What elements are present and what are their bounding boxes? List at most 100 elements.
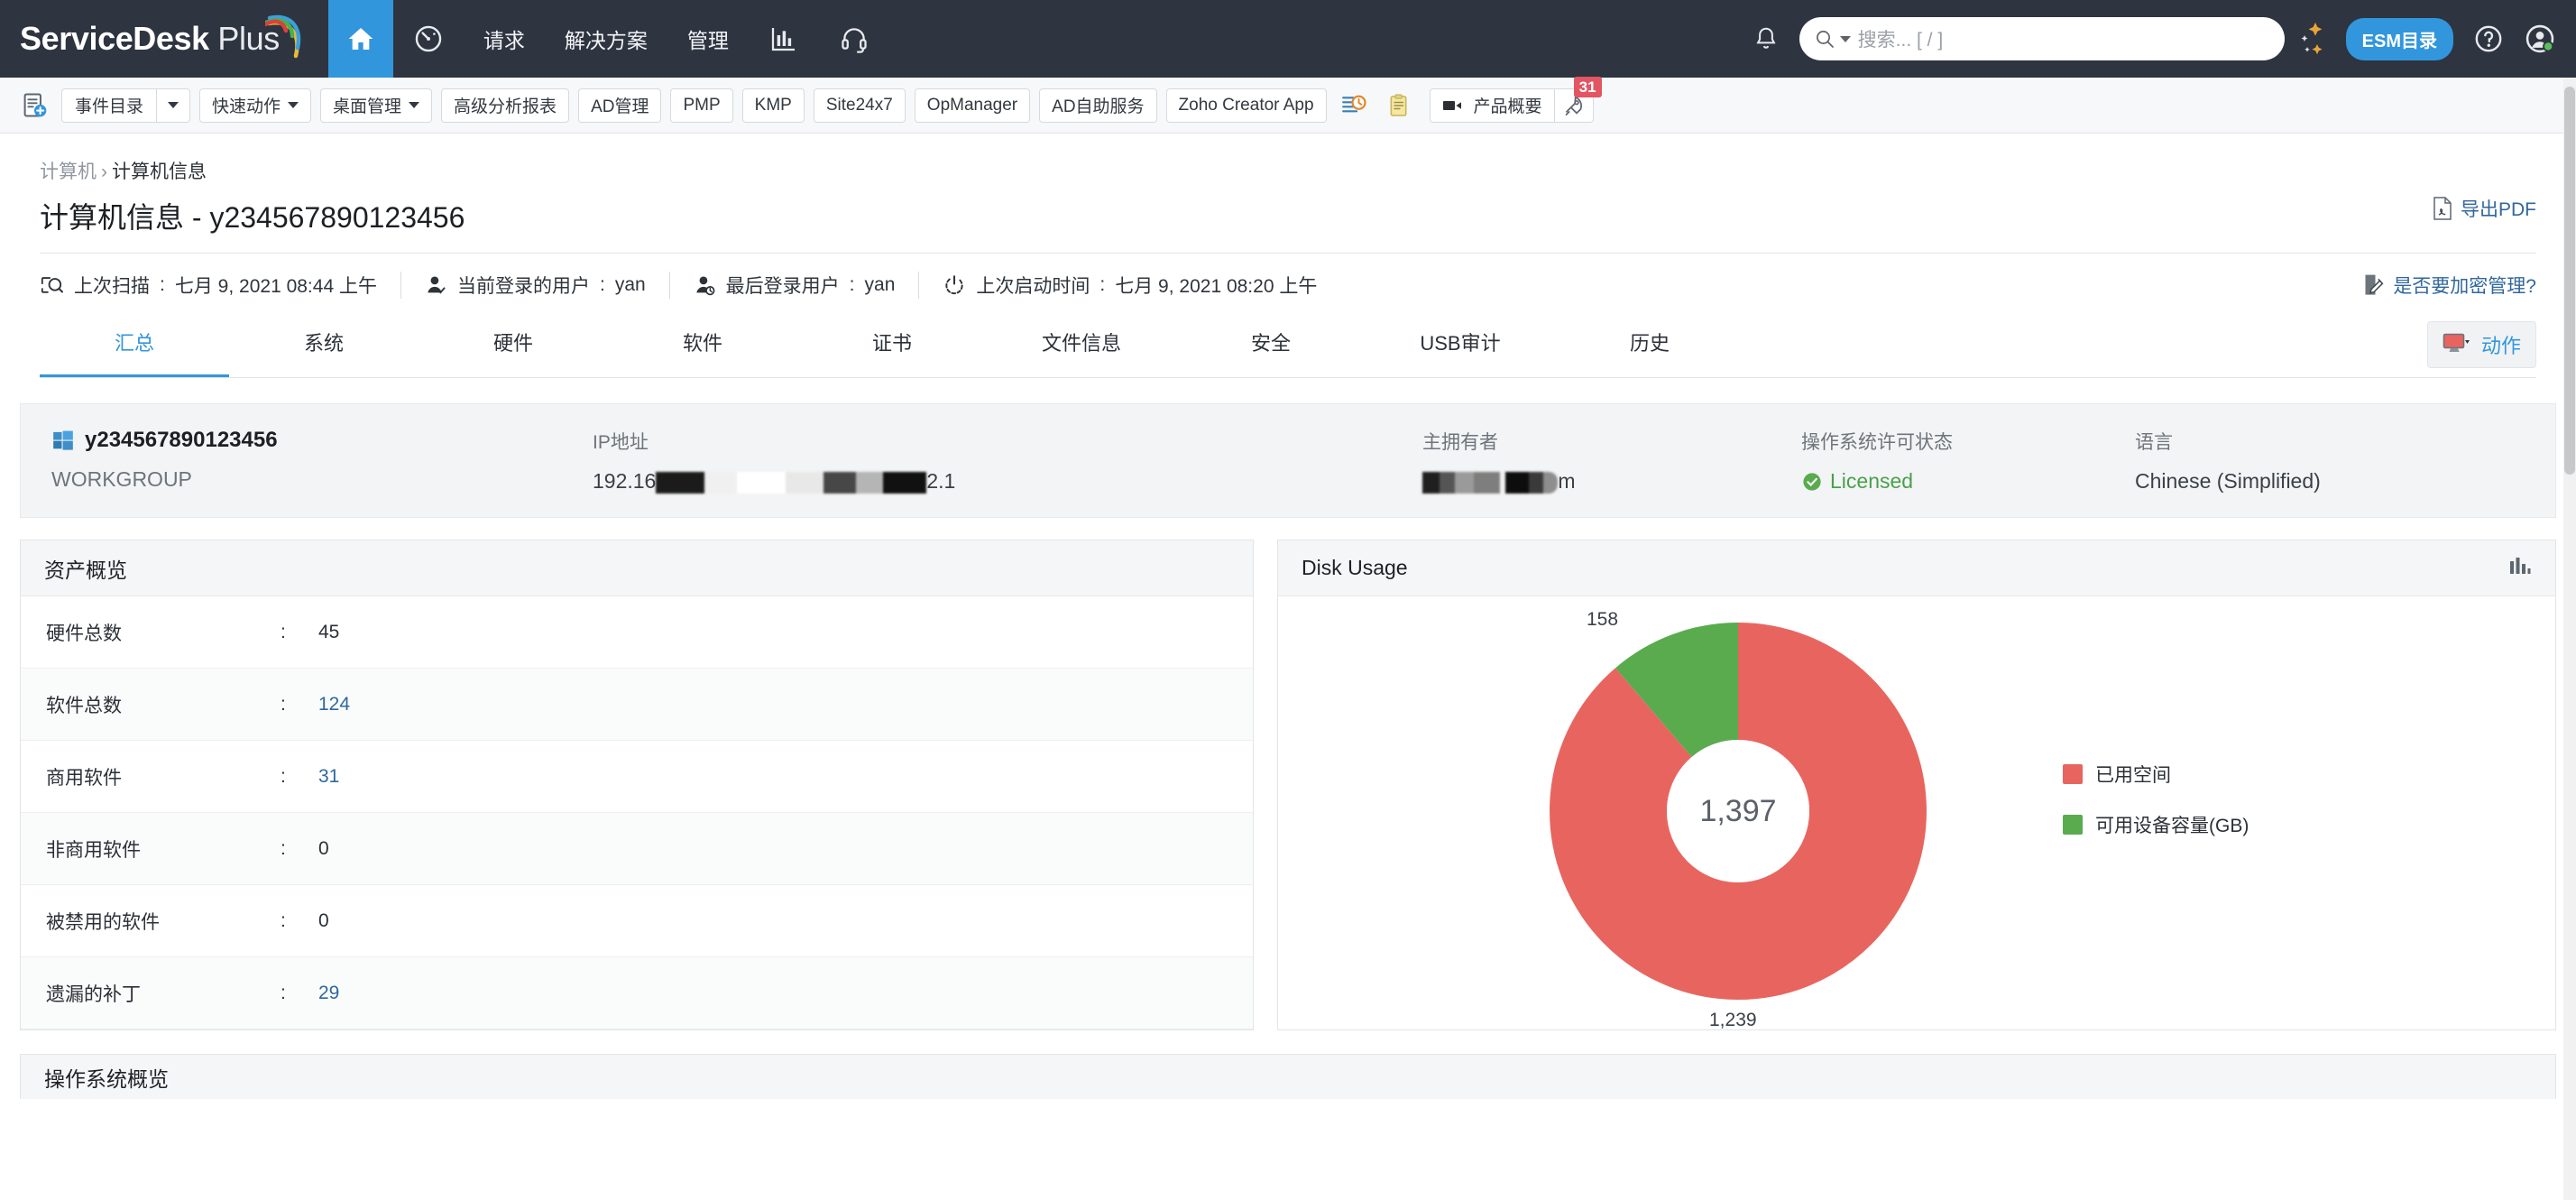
meta-last-startup-label: 上次启动时间 xyxy=(976,276,1090,297)
video-camera-icon xyxy=(1442,100,1461,110)
row-separator: : xyxy=(281,837,286,859)
row-label: 被禁用的软件 xyxy=(46,911,160,933)
asset-hostname: y234567890123456 xyxy=(51,428,531,453)
schedule-button[interactable] xyxy=(1336,88,1372,124)
nav-support-button[interactable] xyxy=(819,0,889,78)
nav-item-label: 解决方案 xyxy=(564,29,648,52)
desktop-management-button[interactable]: 桌面管理 xyxy=(320,88,433,123)
tab-summary[interactable]: 汇总 xyxy=(40,315,229,377)
clipboard-button[interactable] xyxy=(1381,88,1417,124)
nav-item-solutions[interactable]: 解决方案 xyxy=(545,0,667,78)
esm-directory-label: ESM目录 xyxy=(2361,31,2437,51)
asset-os-license-column: 操作系统许可状态 Licensed xyxy=(1771,428,2104,494)
page-scrollbar-thumb[interactable] xyxy=(2564,87,2575,475)
nav-home-button[interactable] xyxy=(327,0,393,78)
app-logo[interactable]: ServiceDesk Plus xyxy=(0,0,328,78)
meta-last-startup-value: 七月 9, 2021 08:20 上午 xyxy=(1115,276,1318,297)
asset-meta-items: 上次扫描 : 七月 9, 2021 08:44 上午 当前登录的用户 : yan xyxy=(40,272,1340,299)
asset-tabs-row: 汇总 系统 硬件 软件 证书 文件信息 安全 USB审计 历史 动作 xyxy=(40,315,2536,378)
site24x7-button[interactable]: Site24x7 xyxy=(813,88,906,123)
meta-last-user-label: 最后登录用户 xyxy=(725,276,840,297)
disk-usage-title: Disk Usage xyxy=(1302,556,1408,579)
ad-selfservice-button[interactable]: AD自助服务 xyxy=(1039,88,1157,123)
headset-icon xyxy=(842,28,867,53)
row-value[interactable]: 124 xyxy=(318,694,350,715)
help-button[interactable] xyxy=(2473,23,2504,54)
opmanager-button[interactable]: OpManager xyxy=(914,88,1031,123)
incident-catalog-label[interactable]: 事件目录 xyxy=(61,88,157,123)
meta-colon: : xyxy=(1099,274,1106,295)
meta-last-user-value: yan xyxy=(864,274,896,295)
profile-menu-button[interactable] xyxy=(2524,23,2556,55)
asset-overview-rows: 硬件总数 : 45 软件总数 : 124 商用软件 : 31 非商用软件 : 0… xyxy=(21,596,1253,1029)
asset-os-license-text: Licensed xyxy=(1830,469,1914,493)
zoho-creator-app-button[interactable]: Zoho Creator App xyxy=(1165,88,1327,123)
row-separator: : xyxy=(281,621,286,642)
tab-file-info[interactable]: 文件信息 xyxy=(987,315,1176,377)
kmp-label: KMP xyxy=(754,95,792,115)
incident-catalog-split-button[interactable]: 事件目录 xyxy=(61,88,191,123)
global-search-box[interactable]: 搜索... [ / ] xyxy=(1799,17,2285,60)
ad-manager-button[interactable]: AD管理 xyxy=(578,88,662,123)
nav-dashboard-button[interactable] xyxy=(393,0,464,78)
advanced-analytics-button[interactable]: 高级分析报表 xyxy=(441,88,570,123)
product-overview-button[interactable]: 产品概要 xyxy=(1429,88,1554,123)
incident-catalog-chevron-down-icon[interactable] xyxy=(156,88,191,123)
chart-bars-glyph xyxy=(2510,557,2531,574)
tab-usb-audit[interactable]: USB审计 xyxy=(1366,315,1555,377)
nav-item-admin[interactable]: 管理 xyxy=(667,0,749,78)
quick-actions-chevron-down-icon xyxy=(288,102,299,108)
encryption-management-link[interactable]: 是否要加密管理? xyxy=(2363,272,2536,299)
tab-security[interactable]: 安全 xyxy=(1176,315,1366,377)
kmp-button[interactable]: KMP xyxy=(741,88,805,123)
nav-reports-button[interactable] xyxy=(749,0,819,78)
row-value: 45 xyxy=(318,621,340,642)
user-clock-icon xyxy=(696,276,715,295)
pmp-button[interactable]: PMP xyxy=(670,88,733,123)
breadcrumb-parent[interactable]: 计算机 xyxy=(40,162,97,182)
search-input[interactable]: 搜索... [ / ] xyxy=(1858,25,1944,52)
chart-bars-icon[interactable] xyxy=(2508,556,2532,581)
tab-software[interactable]: 软件 xyxy=(608,315,797,377)
notifications-button[interactable] xyxy=(1753,24,1780,53)
ad-selfservice-label: AD自助服务 xyxy=(1052,97,1145,116)
esm-directory-button[interactable]: ESM目录 xyxy=(2345,17,2453,60)
user-avatar-icon xyxy=(2525,24,2554,53)
export-pdf-link[interactable]: 导出PDF xyxy=(2433,195,2536,222)
quick-actions-label: 快速动作 xyxy=(212,97,281,116)
row-value[interactable]: 31 xyxy=(318,766,339,788)
nav-item-label: 管理 xyxy=(686,29,729,52)
bell-icon xyxy=(1756,27,1776,49)
top-nav-right-cluster: 搜索... [ / ] ESM目录 xyxy=(1736,0,2576,78)
tab-hardware[interactable]: 硬件 xyxy=(419,315,608,377)
asset-identity-column: y234567890123456 WORKGROUP xyxy=(21,428,562,494)
donut-chart: 1,397 158 1,239 xyxy=(1549,609,1927,1030)
meta-colon: : xyxy=(849,274,855,295)
search-scope-chevron-down-icon[interactable] xyxy=(1839,35,1851,42)
tab-certificates[interactable]: 证书 xyxy=(797,315,987,377)
tab-history[interactable]: 历史 xyxy=(1555,315,1744,377)
actions-button[interactable]: 动作 xyxy=(2426,321,2536,368)
donut-label-free: 158 xyxy=(1587,609,1619,630)
asset-ip-column: IP地址 192.16 2.1 xyxy=(562,428,1392,494)
tab-system[interactable]: 系统 xyxy=(229,315,419,377)
row-value[interactable]: 29 xyxy=(318,983,339,1004)
home-icon xyxy=(348,28,373,50)
product-overview-label: 产品概要 xyxy=(1473,97,1542,116)
meta-last-scan-value: 七月 9, 2021 08:44 上午 xyxy=(174,276,377,297)
table-row: 遗漏的补丁 : 29 xyxy=(21,957,1253,1029)
legend-item-free[interactable]: 可用设备容量(GB) xyxy=(2063,811,2249,838)
os-overview-panel-partial: 操作系统概览 xyxy=(20,1054,2556,1099)
quick-actions-button[interactable]: 快速动作 xyxy=(199,88,312,123)
row-value: 0 xyxy=(318,909,329,931)
row-separator: : xyxy=(281,982,286,1003)
os-overview-panel-header: 操作系统概览 xyxy=(20,1054,2556,1099)
meta-last-user: 最后登录用户 : yan xyxy=(670,272,919,299)
os-overview-title: 操作系统概览 xyxy=(44,1066,169,1091)
legend-item-used[interactable]: 已用空间 xyxy=(2063,761,2249,788)
schedule-icon xyxy=(1341,95,1366,112)
nav-item-requests[interactable]: 请求 xyxy=(464,0,545,78)
new-request-button[interactable] xyxy=(16,88,52,124)
redacted-owner-block-2 xyxy=(1505,471,1559,494)
meta-current-user: 当前登录的用户 : yan xyxy=(401,272,669,299)
